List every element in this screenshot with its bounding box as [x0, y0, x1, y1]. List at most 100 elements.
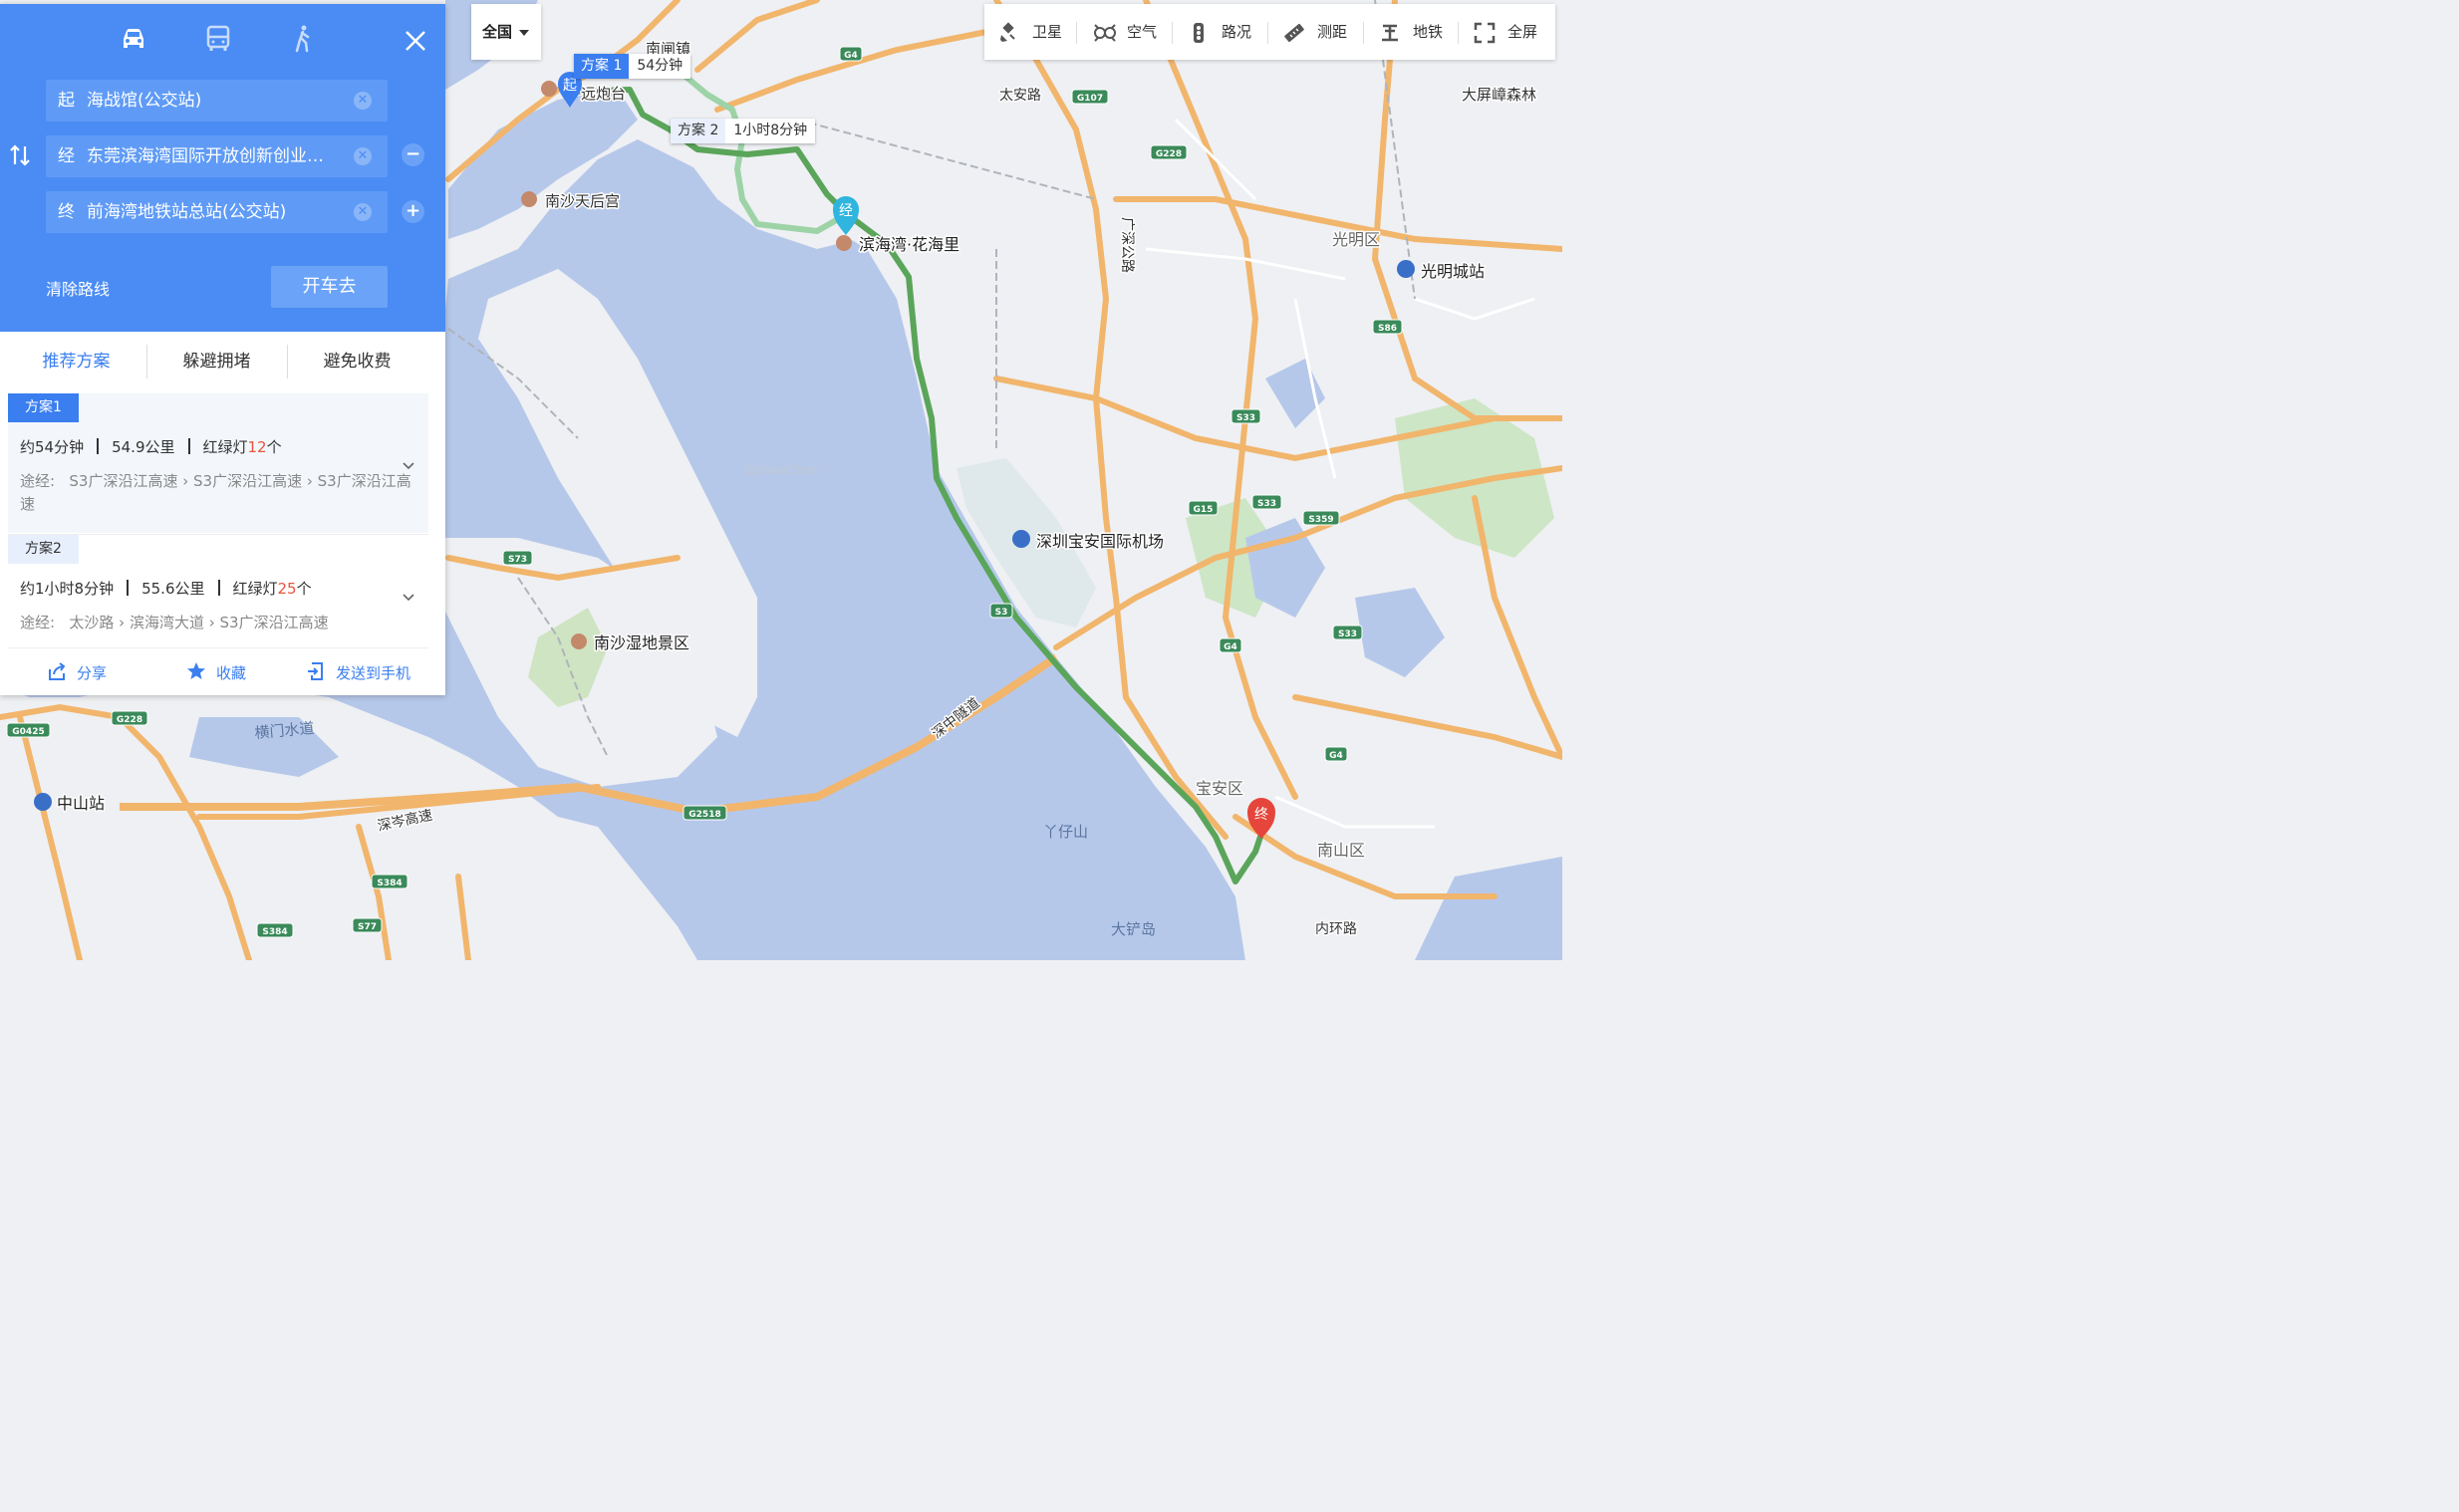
via-road: 滨海湾大道 — [129, 614, 204, 631]
place-label-wetland: 南沙湿地景区 — [594, 633, 689, 652]
share-label: 分享 — [77, 664, 108, 682]
road-shield: G4 — [839, 46, 863, 62]
actions-divider — [8, 647, 428, 648]
road-shield-label: S86 — [1378, 324, 1397, 334]
end-field[interactable]: 终 前海湾地铁站总站(公交站) ✕ — [46, 191, 388, 233]
route-tip-name: 方案 1 — [574, 54, 630, 79]
district-label-baoan: 宝安区 — [1196, 779, 1243, 798]
tab-avoid-congestion[interactable]: 躲避拥堵 — [146, 332, 287, 391]
satellite-icon — [1000, 22, 1015, 42]
via-road: S3广深沿江高速 — [193, 472, 303, 490]
tool-label: 空气 — [1127, 23, 1158, 41]
route-panel-header: 起 海战馆(公交站) ✕ 经 东莞滨海湾国际开放创新创业… ✕ − 终 前海湾地… — [0, 4, 445, 332]
plan-distance: 55.6公里 — [141, 580, 205, 598]
road-shield: G107 — [1071, 89, 1109, 105]
plan-lights-unit: 个 — [296, 580, 312, 598]
road-shield-label: G228 — [117, 715, 142, 725]
chevron-right-icon: › — [119, 614, 126, 631]
road-shield-label: S77 — [358, 922, 377, 932]
place-label-zhongshan: 中山站 — [57, 794, 105, 813]
plan-card-2[interactable]: 方案2 约1小时8分钟 55.6公里 红绿灯25个 途经: 太沙路 › 滨海湾大道 … — [8, 534, 428, 644]
end-tag: 终 — [58, 202, 75, 222]
route-tip-time: 1小时8分钟 — [733, 123, 808, 138]
favorite-label: 收藏 — [216, 664, 247, 682]
road-shield-label: G0425 — [12, 727, 44, 737]
place-label-tianhou: 南沙天后宫 — [545, 192, 620, 210]
road-shield: S73 — [502, 550, 533, 566]
road-shield: S33 — [1230, 408, 1261, 424]
road-label-neihuan: 内环路 — [1315, 921, 1357, 937]
plan-lights-count: 12 — [247, 438, 267, 456]
road-shield-label: G15 — [1194, 505, 1214, 515]
start-tag: 起 — [58, 91, 75, 111]
route-panel: 起 海战馆(公交站) ✕ 经 东莞滨海湾国际开放创新创业… ✕ − 终 前海湾地… — [0, 4, 445, 695]
road-shield: S359 — [1302, 510, 1340, 526]
start-driving-button[interactable]: 开车去 — [271, 266, 388, 308]
region-selector[interactable]: 全国 — [471, 4, 541, 60]
plan-distance: 54.9公里 — [112, 438, 175, 456]
favorite-button[interactable]: 收藏 — [186, 661, 246, 683]
tab-recommended[interactable]: 推荐方案 — [6, 332, 146, 391]
swap-icon[interactable] — [8, 143, 32, 167]
place-label-airport: 深圳宝安国际机场 — [1036, 532, 1164, 551]
remove-waypoint-button[interactable]: − — [402, 143, 424, 166]
airport-icon — [1012, 530, 1030, 548]
watermark: @DaveChen — [745, 463, 820, 477]
via-tag: 经 — [58, 146, 75, 166]
clear-end-icon[interactable]: ✕ — [354, 203, 372, 221]
start-field[interactable]: 起 海战馆(公交站) ✕ — [46, 80, 388, 122]
toolbar-divider — [1172, 22, 1173, 44]
chevron-down-icon[interactable] — [402, 593, 415, 603]
plan-lights-count: 25 — [277, 580, 297, 598]
poi-icon — [521, 191, 537, 207]
car-icon[interactable] — [119, 24, 148, 54]
add-waypoint-button[interactable]: + — [402, 200, 424, 223]
share-button[interactable]: 分享 — [47, 661, 107, 683]
svg-text:经: 经 — [839, 203, 853, 219]
plan-card-1[interactable]: 方案1 约54分钟 54.9公里 红绿灯12个 途经: S3广深沿江高速 › S3广… — [8, 393, 428, 533]
road-shield: S384 — [256, 922, 294, 938]
close-icon[interactable] — [401, 26, 430, 56]
tab-avoid-toll[interactable]: 避免收费 — [287, 332, 427, 391]
road-shield-label: S33 — [1257, 499, 1276, 509]
via-field[interactable]: 经 东莞滨海湾国际开放创新创业… ✕ — [46, 135, 388, 177]
district-label-guangming: 光明区 — [1332, 230, 1380, 249]
road-shield: S33 — [1251, 494, 1282, 510]
via-road: S3广深沿江高速 — [219, 614, 329, 631]
road-shield-label: S384 — [262, 927, 287, 937]
subway-icon — [1382, 24, 1398, 42]
road-shield-label: G4 — [1224, 642, 1237, 652]
chevron-right-icon: › — [306, 472, 313, 490]
route-tip-plan-1[interactable]: 方案 1 54分钟 — [574, 54, 691, 79]
via-road: S3广深沿江高速 — [69, 472, 178, 490]
plan-via: 途经: 太沙路 › 滨海湾大道 › S3广深沿江高速 — [20, 612, 418, 634]
chevron-right-icon: › — [208, 614, 215, 631]
road-shield: G0425 — [6, 722, 51, 738]
road-shield-label: G2518 — [688, 810, 720, 820]
toolbar-divider — [1267, 22, 1268, 44]
send-to-phone-icon — [308, 662, 323, 680]
air-quality-icon — [1094, 24, 1116, 42]
road-shield: G228 — [111, 710, 148, 726]
road-shield: S86 — [1372, 319, 1403, 335]
clear-route-link[interactable]: 清除路线 — [46, 276, 110, 300]
tool-label: 地铁 — [1413, 23, 1444, 41]
road-label-guangshen: 广深公路 — [1119, 217, 1135, 273]
bus-icon[interactable] — [203, 24, 233, 54]
walk-icon[interactable] — [288, 24, 318, 54]
plan-duration: 约1小时8分钟 — [20, 580, 115, 598]
place-label-huahaili: 滨海湾·花海里 — [859, 235, 959, 254]
road-shield-label: S359 — [1308, 515, 1333, 525]
clear-via-icon[interactable]: ✕ — [354, 147, 372, 165]
send-to-phone-button[interactable]: 发送到手机 — [306, 661, 410, 683]
svg-text:终: 终 — [1254, 807, 1268, 823]
route-tip-plan-2[interactable]: 方案 2 1小时8分钟 — [671, 119, 816, 143]
region-label: 全国 — [482, 23, 513, 41]
plan-lights-label: 红绿灯 — [232, 580, 278, 598]
tool-label: 卫星 — [1032, 23, 1063, 41]
chevron-right-icon: › — [182, 472, 189, 490]
clear-start-icon[interactable]: ✕ — [354, 92, 372, 110]
tool-label: 测距 — [1317, 23, 1348, 41]
toolbar-divider — [1363, 22, 1364, 44]
traffic-light-icon — [1194, 23, 1204, 43]
